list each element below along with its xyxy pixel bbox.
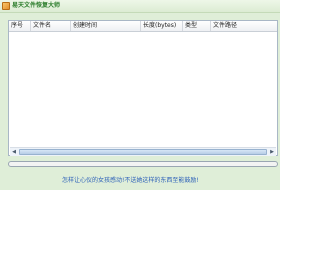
scroll-right-icon[interactable]: ▶ (268, 148, 276, 156)
folder-icon (2, 2, 10, 10)
column-header-index[interactable]: 序号 (9, 21, 31, 31)
window-title: 易天文件恢复大师 (12, 2, 61, 9)
column-header-filename[interactable]: 文件名 (31, 21, 71, 31)
column-header-created[interactable]: 创建时间 (71, 21, 141, 31)
file-list[interactable]: 序号 文件名 创建时间 长度(bytes) 类型 文件路径 ◀ ▶ (8, 20, 278, 156)
column-header-size[interactable]: 长度(bytes) (141, 21, 183, 31)
column-header-type[interactable]: 类型 (183, 21, 211, 31)
title-bar[interactable]: 易天文件恢复大师 (0, 0, 280, 13)
ad-link[interactable]: 怎样让心仪的女孩感动!不送她这样的东西至能鼓励! (62, 177, 199, 185)
column-header-path[interactable]: 文件路径 (211, 21, 277, 31)
scroll-left-icon[interactable]: ◀ (10, 148, 18, 156)
scrollbar-thumb[interactable] (19, 149, 267, 155)
horizontal-scrollbar[interactable]: ◀ ▶ (10, 147, 276, 156)
file-list-header: 序号 文件名 创建时间 长度(bytes) 类型 文件路径 (9, 21, 277, 32)
recovery-progress-bar (8, 161, 278, 167)
app-window: 易天文件恢复大师 序号 文件名 创建时间 长度(bytes) 类型 文件路径 ◀… (0, 0, 280, 190)
